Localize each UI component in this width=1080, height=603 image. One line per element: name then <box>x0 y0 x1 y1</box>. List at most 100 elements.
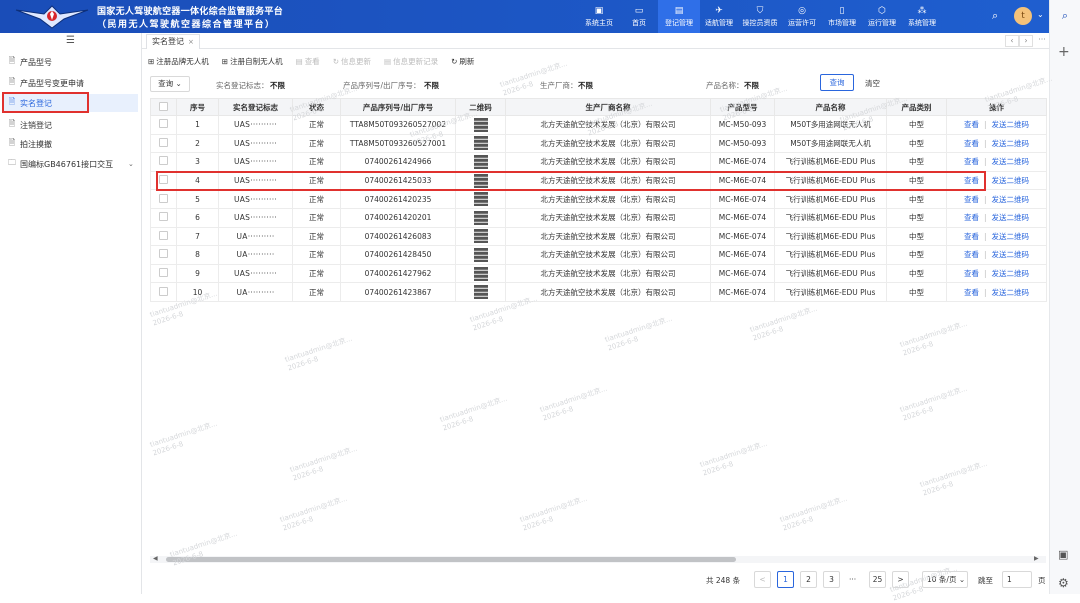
row-checkbox[interactable] <box>150 263 177 284</box>
qr-code-icon[interactable] <box>455 189 506 209</box>
send-qr-link[interactable]: 发送二维码 <box>992 195 1030 204</box>
row-checkbox[interactable] <box>150 207 177 228</box>
more-icon[interactable]: ··· <box>1035 35 1049 47</box>
register-custom-button[interactable]: ⊞ 注册自制无人机 <box>222 55 283 67</box>
send-qr-link[interactable]: 发送二维码 <box>992 139 1030 148</box>
menu-toggle-icon[interactable]: ☰ <box>66 35 75 46</box>
nav-system-management[interactable]: ⁂ 系统管理 <box>902 0 942 33</box>
nav-operation-management[interactable]: ⬡ 运行管理 <box>862 0 902 33</box>
chevron-down-icon[interactable]: ⌄ <box>1037 10 1044 19</box>
search-button[interactable]: 查询 <box>820 74 854 91</box>
prev-page-button[interactable]: < <box>754 571 771 588</box>
jump-page-input[interactable]: 1 <box>1002 571 1032 588</box>
info-update-button[interactable]: ↻ 信息更新 <box>333 55 371 67</box>
filter-manufacturer-value[interactable]: 不限 <box>578 80 593 91</box>
info-update-record-button[interactable]: ▤ 信息更新记录 <box>384 55 438 67</box>
action-separator: | <box>983 157 987 167</box>
query-dropdown[interactable]: 查询 ⌄ <box>150 76 190 92</box>
send-qr-link[interactable]: 发送二维码 <box>992 176 1030 185</box>
qr-code-icon[interactable] <box>455 245 506 265</box>
qr-code-icon[interactable] <box>455 226 506 247</box>
filter-product-name-value[interactable]: 不限 <box>744 80 759 91</box>
close-icon[interactable]: × <box>188 38 194 46</box>
screen-icon[interactable]: ▣ <box>1058 548 1068 561</box>
nav-registration[interactable]: ▤ 登记管理 <box>658 0 700 33</box>
table-row[interactable]: 3 UAS·········· 正常 07400261424966 北方天途航空技术发展… <box>150 152 1047 172</box>
row-checkbox[interactable] <box>150 226 177 247</box>
qr-code-icon[interactable] <box>455 282 506 302</box>
view-link[interactable]: 查看 <box>964 288 979 297</box>
send-qr-link[interactable]: 发送二维码 <box>992 120 1030 129</box>
send-qr-link[interactable]: 发送二维码 <box>992 213 1030 222</box>
page-ellipsis[interactable]: ··· <box>849 575 856 584</box>
add-icon[interactable]: + <box>1058 44 1070 60</box>
settings-gear-icon[interactable]: ⚙ <box>1058 576 1069 590</box>
send-qr-link[interactable]: 发送二维码 <box>992 157 1030 166</box>
table-row[interactable]: 10 UA·········· 正常 07400261423867 北方天途航空技术发展… <box>150 282 1047 302</box>
tab-scroll-right-icon[interactable]: › <box>1019 35 1033 47</box>
sidebar-item-deregistration[interactable]: 🗎 注销登记 <box>4 116 138 134</box>
select-all-checkbox[interactable] <box>150 98 177 116</box>
nav-market-management[interactable]: ▯ 市场管理 <box>822 0 862 33</box>
scroll-left-icon[interactable]: ◀ <box>153 555 158 562</box>
send-qr-link[interactable]: 发送二维码 <box>992 288 1030 297</box>
sidebar-item-model-change-request[interactable]: 🗎 产品型号变更申请 <box>4 74 138 92</box>
table-row[interactable]: 2 UAS·········· 正常 TTA8M50T093260527001 北方天途… <box>150 133 1047 154</box>
register-brand-button[interactable]: ⊞ 注册品牌无人机 <box>148 55 209 67</box>
view-link[interactable]: 查看 <box>964 269 979 278</box>
scroll-right-icon[interactable]: ▶ <box>1034 555 1039 562</box>
clear-button[interactable]: 清空 <box>865 78 880 89</box>
sidebar-item-product-model[interactable]: 🗎 产品型号 <box>4 53 138 71</box>
view-link[interactable]: 查看 <box>964 250 979 259</box>
scrollbar-thumb[interactable] <box>166 557 736 562</box>
cell-model: MC-M6E-074 <box>710 245 775 265</box>
row-checkbox[interactable] <box>150 245 177 265</box>
nav-home[interactable]: ▭ 首页 <box>620 0 658 33</box>
refresh-button[interactable]: ↻ 刷新 <box>451 55 474 67</box>
qr-code-icon[interactable] <box>455 152 506 172</box>
row-checkbox[interactable] <box>150 133 177 154</box>
tab-scroll-left-icon[interactable]: ‹ <box>1005 35 1019 47</box>
user-avatar[interactable]: t <box>1014 7 1032 25</box>
view-link[interactable]: 查看 <box>964 232 979 241</box>
nav-system-home[interactable]: ▣ 系统主页 <box>578 0 620 33</box>
table-row[interactable]: 8 UA·········· 正常 07400261428450 北方天途航空技术发展（… <box>150 245 1047 265</box>
filter-realname-value[interactable]: 不限 <box>270 80 285 91</box>
qr-code-icon[interactable] <box>455 207 506 228</box>
tab-realname-registration[interactable]: 实名登记 × <box>146 34 200 49</box>
filter-serial-value[interactable]: 不限 <box>424 80 439 91</box>
qr-code-icon[interactable] <box>455 133 506 154</box>
row-checkbox[interactable] <box>150 189 177 209</box>
send-qr-link[interactable]: 发送二维码 <box>992 269 1030 278</box>
header-search-icon[interactable]: ⌕ <box>992 9 998 23</box>
qr-code-icon[interactable] <box>455 263 506 284</box>
view-link[interactable]: 查看 <box>964 120 979 129</box>
send-qr-link[interactable]: 发送二维码 <box>992 250 1030 259</box>
page-last-button[interactable]: 25 <box>869 571 886 588</box>
table-row[interactable]: 9 UAS·········· 正常 07400261427962 北方天途航空技术发展… <box>150 263 1047 284</box>
view-link[interactable]: 查看 <box>964 213 979 222</box>
view-link[interactable]: 查看 <box>964 157 979 166</box>
sidebar-item-auction[interactable]: 🗎 拍注摸撤 <box>4 135 138 153</box>
row-checkbox[interactable] <box>150 152 177 172</box>
chevron-down-icon[interactable]: ⌄ <box>128 160 134 168</box>
page-1-button[interactable]: 1 <box>777 571 794 588</box>
cell-category: 中型 <box>886 133 947 154</box>
side-search-icon[interactable]: ⌕ <box>1056 9 1074 25</box>
sidebar-item-gb46761-interface[interactable]: 🗀 国编标GB46761接口交互 <box>4 155 138 173</box>
nav-operation-permit[interactable]: ◎ 运营许可 <box>782 0 822 33</box>
view-button[interactable]: ▤ 查看 <box>296 55 320 67</box>
horizontal-scrollbar[interactable]: ◀ ▶ <box>150 555 1046 563</box>
row-checkbox[interactable] <box>150 282 177 302</box>
view-link[interactable]: 查看 <box>964 195 979 204</box>
page-2-button[interactable]: 2 <box>800 571 817 588</box>
send-qr-link[interactable]: 发送二维码 <box>992 232 1030 241</box>
nav-operator-qualification[interactable]: ⛉ 操控员资质 <box>738 0 782 33</box>
table-row[interactable]: 7 UA·········· 正常 07400261426083 北方天途航空技术发展（… <box>150 226 1047 247</box>
row-checkbox[interactable] <box>150 115 177 135</box>
view-link[interactable]: 查看 <box>964 139 979 148</box>
table-row[interactable]: 5 UAS·········· 正常 07400261420235 北方天途航空技术发展… <box>150 189 1047 209</box>
nav-airworthiness[interactable]: ✈ 适航管理 <box>700 0 738 33</box>
table-row[interactable]: 6 UAS·········· 正常 07400261420201 北方天途航空技术发展… <box>150 207 1047 228</box>
page-3-button[interactable]: 3 <box>823 571 840 588</box>
